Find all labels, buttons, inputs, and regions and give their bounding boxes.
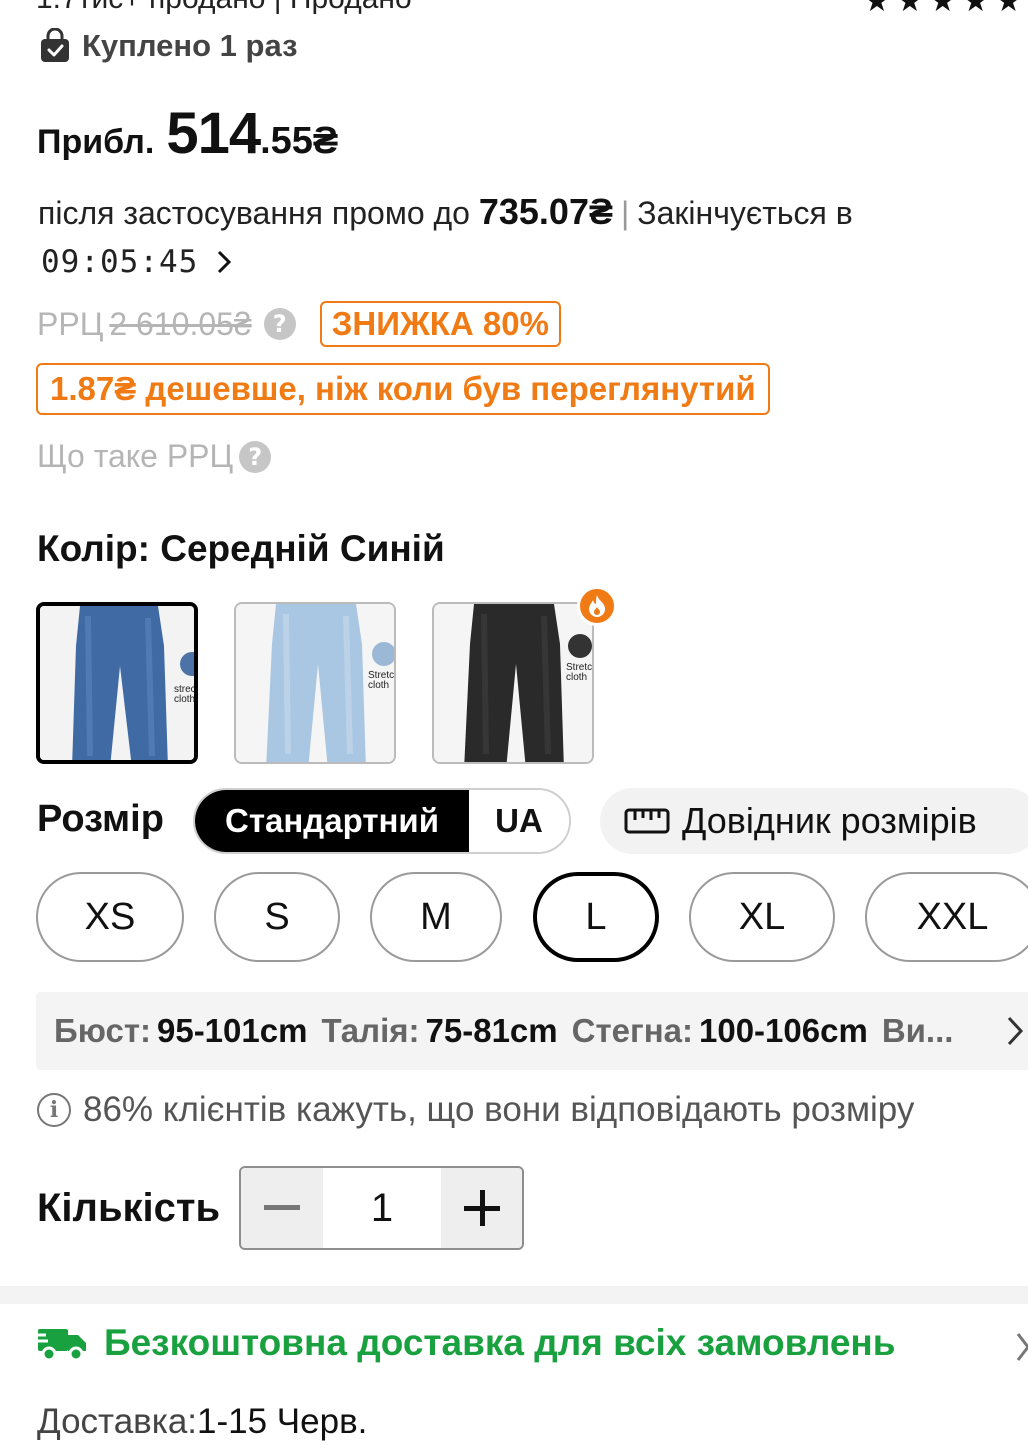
quantity-decrease-button[interactable] <box>241 1168 323 1248</box>
cheaper-than-viewed-badge: 1.87₴ дешевше, ніж коли був переглянутий <box>36 363 770 415</box>
jeans-thumbnail: Stretch cloth <box>236 604 394 762</box>
bought-count: Куплено 1 раз <box>38 28 298 64</box>
size-label: Розмір <box>37 798 164 840</box>
promo-separator: | <box>620 195 630 231</box>
chevron-right-icon[interactable] <box>213 249 235 275</box>
color-swatch-light-blue[interactable]: Stretch cloth <box>234 602 396 764</box>
size-option-m[interactable]: M <box>370 872 502 962</box>
size-guide-label: Довідник розмірів <box>682 800 977 841</box>
hot-flame-icon <box>577 586 617 626</box>
delivery-estimate: Доставка:1-15 Черв. <box>37 1402 367 1442</box>
info-icon: i <box>37 1093 71 1127</box>
promo-amount: 735.07₴ <box>478 191 613 232</box>
quantity-increase-button[interactable] <box>441 1168 522 1248</box>
svg-text:cloth: cloth <box>174 694 195 705</box>
fit-note-text: 86% клієнтів кажуть, що вони відповідают… <box>83 1090 915 1129</box>
quantity-stepper: 1 <box>239 1166 524 1250</box>
delivery-value: 1-15 Черв. <box>197 1402 368 1441</box>
rrp-value: 2 610.05₴ <box>109 305 252 342</box>
help-icon[interactable]: ? <box>263 308 296 340</box>
price-approx-label: Прибл. <box>37 123 155 161</box>
chevron-right-icon[interactable] <box>1016 1330 1028 1364</box>
discount-badge: ЗНИЖКА 80% <box>319 301 561 347</box>
what-is-rrp-text: Що таке РРЦ <box>37 438 234 474</box>
size-measurements[interactable]: Бюст: 95-101cm Талія: 75-81cm Стегна: 100-1… <box>36 992 1028 1070</box>
free-shipping-text: Безкоштовна доставка для всіх замовлень <box>104 1322 896 1363</box>
rrp-label: РРЦ <box>37 305 104 342</box>
size-guide-button[interactable]: Довідник розмірів <box>600 788 1028 854</box>
quantity-label: Кількість <box>37 1186 221 1230</box>
rating-stars[interactable]: ★★★★★ <box>864 0 1028 19</box>
size-system-standard[interactable]: Стандартний <box>195 790 469 852</box>
rrp-line: РРЦ 2 610.05₴ ? ЗНИЖКА 80% <box>37 296 561 352</box>
sold-count-line: 1.7тис+ продано | Продано <box>36 0 412 16</box>
size-option-xl[interactable]: XL <box>689 872 835 962</box>
measure-value: 100-106cm <box>699 1012 868 1049</box>
promo-ends-label: Закінчується в <box>637 195 853 231</box>
price-decimal: .55₴ <box>260 120 339 162</box>
promo-prefix: після застосування промо до <box>38 195 470 231</box>
price-integer: 514 <box>166 101 261 166</box>
measure-key: Бюст: <box>54 1012 151 1049</box>
price-line: Прибл. 514.55₴ <box>37 100 338 167</box>
ruler-icon <box>624 808 670 834</box>
promo-timer: 09:05:45 <box>41 244 199 280</box>
promo-info[interactable]: після застосування промо до 735.07₴ | Закі… <box>38 188 1008 286</box>
jeans-thumbnail: strech cloth <box>40 606 195 760</box>
fit-note: i 86% клієнтів кажуть, що вони відповіда… <box>37 1090 914 1130</box>
help-icon: ? <box>239 440 272 473</box>
delivery-label: Доставка: <box>37 1402 198 1441</box>
what-is-rrp-link[interactable]: Що таке РРЦ ? <box>37 438 272 475</box>
section-divider <box>0 1286 1028 1304</box>
measure-key: Талія: <box>321 1012 420 1049</box>
measure-key: Стегна: <box>571 1012 693 1049</box>
plus-icon <box>463 1190 500 1226</box>
bought-count-text: Куплено 1 раз <box>82 28 298 63</box>
svg-text:cloth: cloth <box>566 672 587 683</box>
minus-icon <box>264 1205 300 1210</box>
size-option-xxl[interactable]: XXL <box>865 872 1028 962</box>
size-option-xs[interactable]: XS <box>36 872 184 962</box>
color-title: Колір: Середній Синій <box>37 528 445 569</box>
free-shipping-banner[interactable]: Безкоштовна доставка для всіх замовлень <box>36 1322 896 1364</box>
measure-value: 95-101cm <box>156 1012 308 1049</box>
measure-key: Ви... <box>881 1012 954 1049</box>
shopping-bag-icon <box>41 28 69 62</box>
jeans-thumbnail: Stretch cloth <box>434 604 592 762</box>
size-system-ua[interactable]: UA <box>469 790 569 852</box>
size-system-toggle: Стандартний UA <box>193 788 571 854</box>
size-option-l[interactable]: L <box>533 872 659 962</box>
color-swatch-medium-blue[interactable]: strech cloth <box>36 602 198 764</box>
quantity-value[interactable]: 1 <box>323 1168 441 1248</box>
chevron-right-icon[interactable] <box>1003 1014 1027 1048</box>
delivery-truck-icon <box>36 1329 86 1362</box>
size-option-s[interactable]: S <box>214 872 340 962</box>
measure-value: 75-81cm <box>425 1012 558 1049</box>
color-swatch-black[interactable]: Stretch cloth <box>432 602 594 764</box>
svg-text:cloth: cloth <box>368 680 389 691</box>
